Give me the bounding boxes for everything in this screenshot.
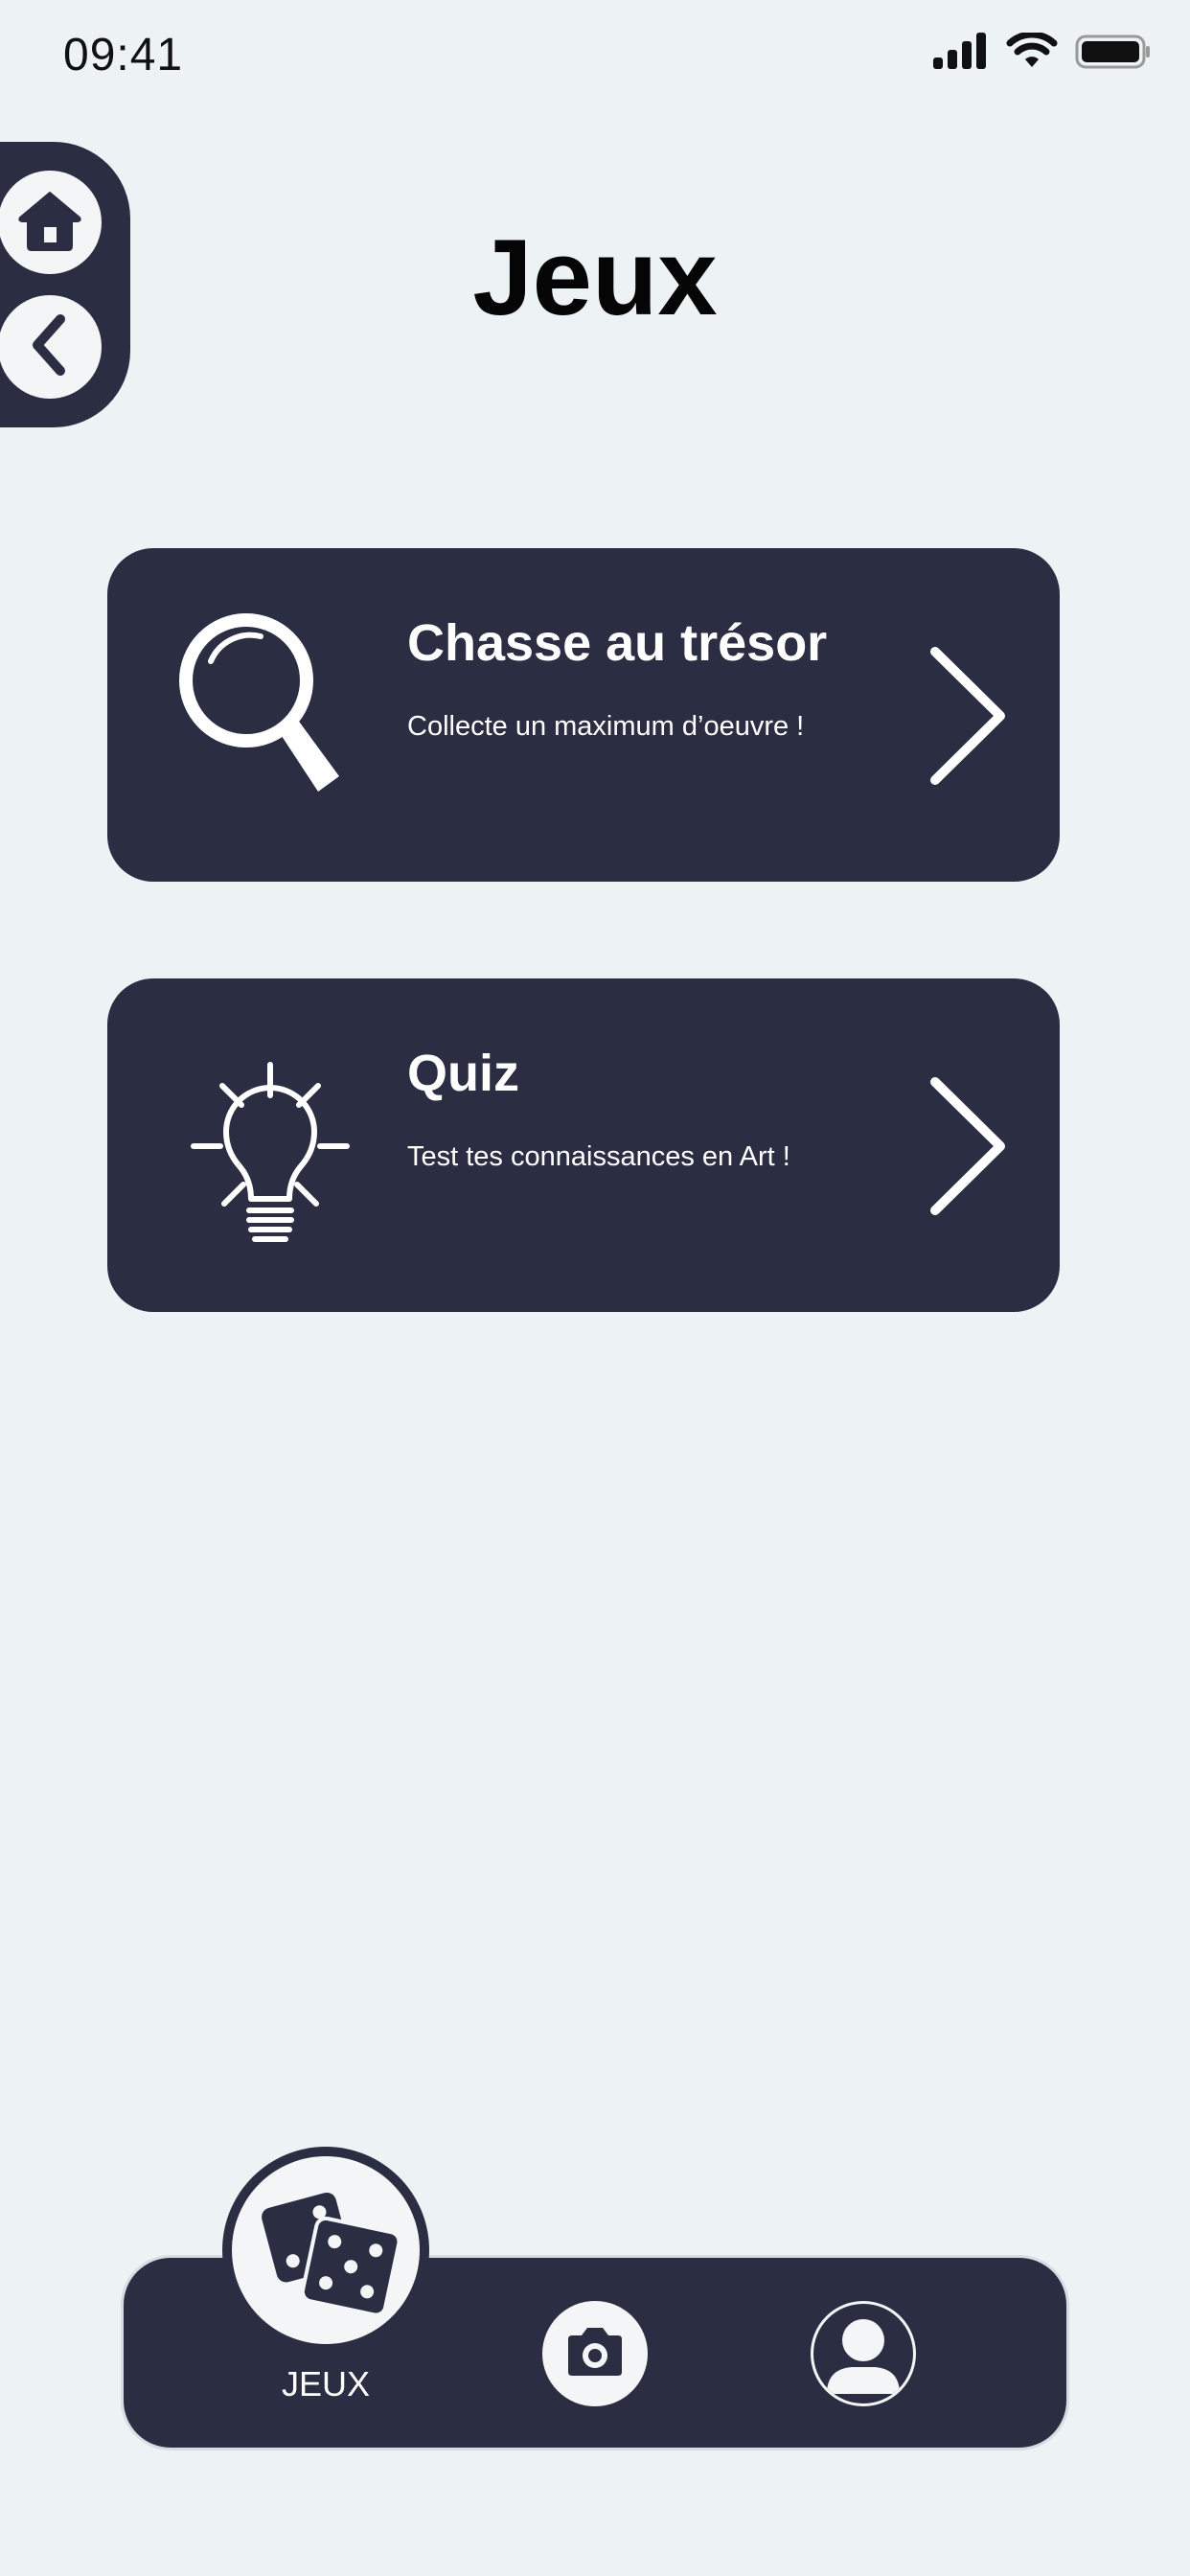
user-profile-icon <box>813 2304 913 2404</box>
card-subtitle: Test tes connaissances en Art ! <box>407 1141 790 1172</box>
status-icons <box>933 31 1152 76</box>
page-title: Jeux <box>472 218 718 337</box>
game-card-treasure-hunt[interactable]: Chasse au trésor Collecte un maximum d’o… <box>107 548 1060 882</box>
lightbulb-icon <box>165 1036 376 1256</box>
nav-item-camera[interactable] <box>542 2301 648 2406</box>
nav-item-profile[interactable] <box>811 2301 916 2406</box>
chevron-right-icon <box>926 644 1012 788</box>
game-card-quiz[interactable]: Quiz Test tes connaissances en Art ! <box>107 978 1060 1312</box>
battery-icon <box>1075 33 1152 76</box>
card-title: Quiz <box>407 1045 519 1102</box>
nav-item-games[interactable] <box>232 2156 420 2344</box>
dice-icon <box>249 2172 402 2330</box>
status-time: 09:41 <box>63 30 184 80</box>
nav-label-games: JEUX <box>281 2364 371 2404</box>
wifi-icon <box>1006 31 1058 76</box>
card-title: Chasse au trésor <box>407 614 828 672</box>
cellular-signal-icon <box>933 33 989 76</box>
chevron-right-icon <box>926 1074 1012 1218</box>
camera-icon <box>564 2326 626 2382</box>
card-subtitle: Collecte un maximum d’oeuvre ! <box>407 711 805 742</box>
magnifying-glass-icon <box>165 606 376 826</box>
